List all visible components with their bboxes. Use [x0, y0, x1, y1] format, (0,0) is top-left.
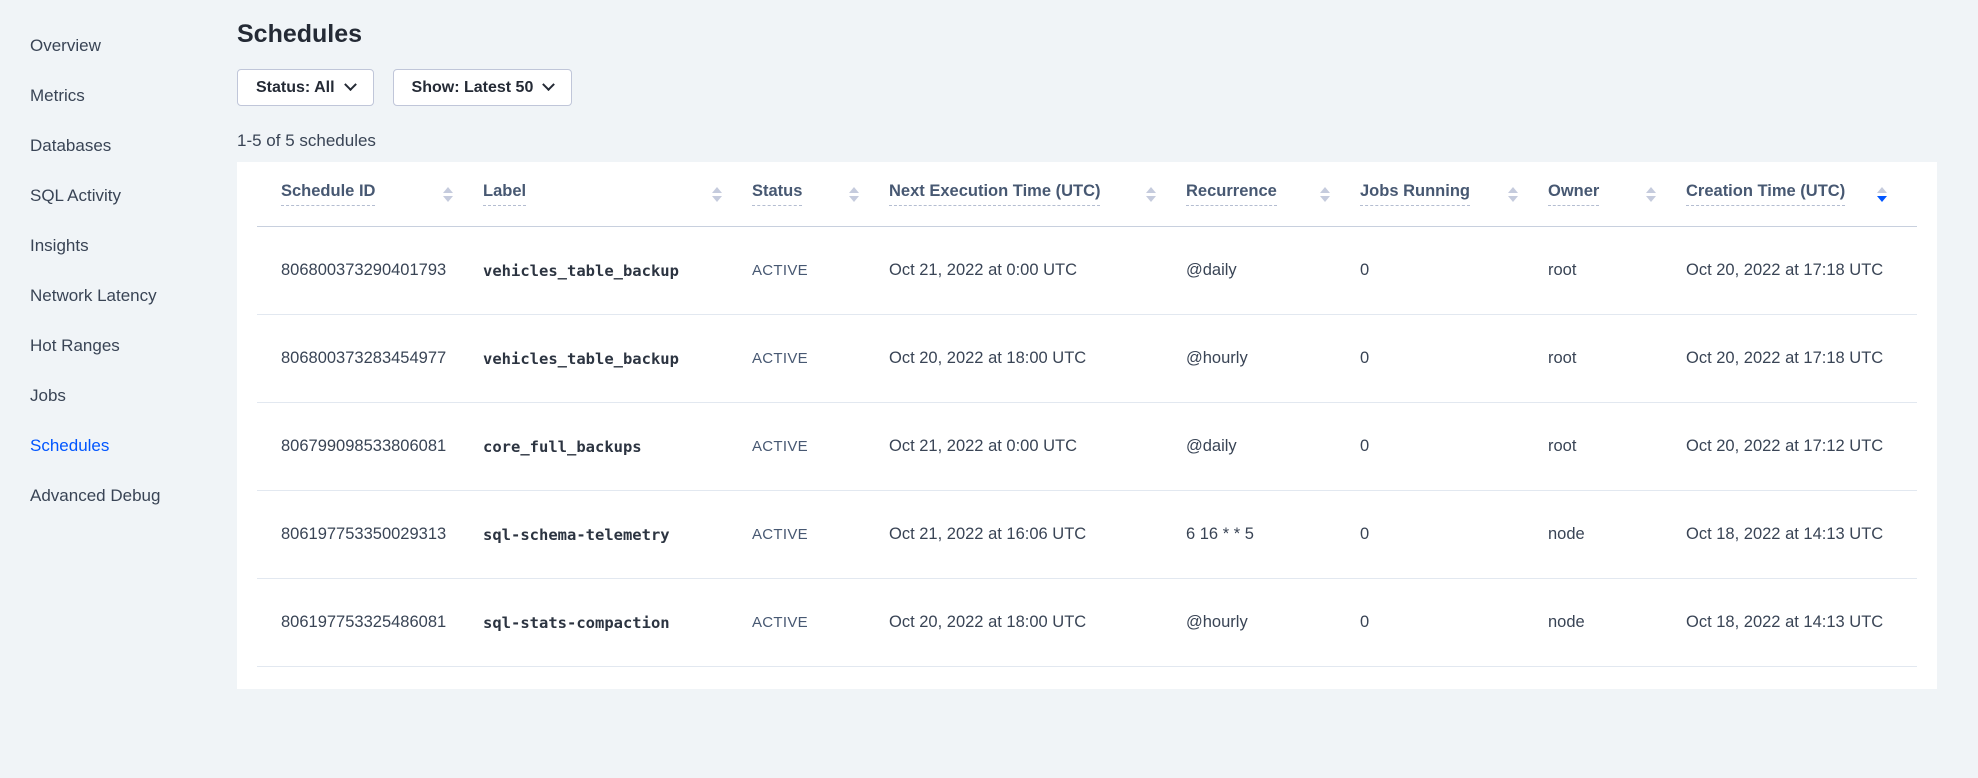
status-filter-label: Status: All	[256, 79, 335, 97]
cell-schedule-id: 806197753350029313	[257, 525, 483, 544]
cell-recurrence: @hourly	[1186, 613, 1360, 632]
cell-label: core_full_backups	[483, 438, 752, 456]
chevron-down-icon	[542, 78, 555, 91]
cell-status: ACTIVE	[752, 526, 889, 543]
table-row: 806197753350029313 sql-schema-telemetry …	[257, 491, 1917, 579]
column-header-jobs-running[interactable]: Jobs Running	[1360, 182, 1548, 206]
cell-next-execution-time: Oct 21, 2022 at 0:00 UTC	[889, 261, 1186, 280]
cell-next-execution-time: Oct 20, 2022 at 18:00 UTC	[889, 349, 1186, 368]
cell-status: ACTIVE	[752, 614, 889, 631]
cell-status: ACTIVE	[752, 438, 889, 455]
sort-icon[interactable]	[849, 187, 859, 202]
show-filter-label: Show: Latest 50	[412, 79, 534, 97]
column-header-label: Jobs Running	[1360, 182, 1470, 206]
sidebar-item-advanced-debug[interactable]: Advanced Debug	[0, 471, 237, 521]
cell-recurrence: @daily	[1186, 261, 1360, 280]
sort-icon[interactable]	[1146, 187, 1156, 202]
cell-owner: node	[1548, 613, 1686, 632]
cell-jobs-running: 0	[1360, 613, 1548, 632]
table-header-row: Schedule ID Label Status Next Execution …	[257, 162, 1917, 227]
column-header-label: Recurrence	[1186, 182, 1277, 206]
sidebar-item-network-latency[interactable]: Network Latency	[0, 271, 237, 321]
sort-icon[interactable]	[1320, 187, 1330, 202]
cell-creation-time: Oct 20, 2022 at 17:18 UTC	[1686, 349, 1917, 368]
filter-bar: Status: All Show: Latest 50	[237, 69, 1978, 106]
column-header-label: Status	[752, 182, 802, 206]
column-header-label: Owner	[1548, 182, 1599, 206]
column-header-label: Schedule ID	[281, 182, 375, 206]
sidebar-item-jobs[interactable]: Jobs	[0, 371, 237, 421]
column-header-label[interactable]: Label	[483, 182, 752, 206]
cell-recurrence: @daily	[1186, 437, 1360, 456]
chevron-down-icon	[344, 78, 357, 91]
sort-icon-descending-active[interactable]	[1877, 187, 1887, 202]
cell-schedule-id: 806800373283454977	[257, 349, 483, 368]
cell-creation-time: Oct 20, 2022 at 17:12 UTC	[1686, 437, 1917, 456]
sidebar-item-insights[interactable]: Insights	[0, 221, 237, 271]
cell-label: sql-stats-compaction	[483, 614, 752, 632]
cell-jobs-running: 0	[1360, 261, 1548, 280]
cell-creation-time: Oct 20, 2022 at 17:18 UTC	[1686, 261, 1917, 280]
cell-jobs-running: 0	[1360, 525, 1548, 544]
cell-schedule-id: 806799098533806081	[257, 437, 483, 456]
cell-owner: root	[1548, 437, 1686, 456]
column-header-label: Creation Time (UTC)	[1686, 182, 1845, 206]
cell-next-execution-time: Oct 20, 2022 at 18:00 UTC	[889, 613, 1186, 632]
column-header-label: Label	[483, 182, 526, 206]
column-header-recurrence[interactable]: Recurrence	[1186, 182, 1360, 206]
cell-status: ACTIVE	[752, 262, 889, 279]
sidebar-item-hot-ranges[interactable]: Hot Ranges	[0, 321, 237, 371]
cell-schedule-id: 806800373290401793	[257, 261, 483, 280]
sidebar-item-databases[interactable]: Databases	[0, 121, 237, 171]
column-header-schedule-id[interactable]: Schedule ID	[257, 182, 483, 206]
cell-next-execution-time: Oct 21, 2022 at 0:00 UTC	[889, 437, 1186, 456]
cell-jobs-running: 0	[1360, 349, 1548, 368]
sort-icon[interactable]	[1508, 187, 1518, 202]
sidebar-item-metrics[interactable]: Metrics	[0, 71, 237, 121]
column-header-creation-time[interactable]: Creation Time (UTC)	[1686, 182, 1917, 206]
sort-icon[interactable]	[712, 187, 722, 202]
results-count: 1-5 of 5 schedules	[237, 131, 1978, 151]
table-row: 806197753325486081 sql-stats-compaction …	[257, 579, 1917, 667]
sort-icon[interactable]	[1646, 187, 1656, 202]
cell-creation-time: Oct 18, 2022 at 14:13 UTC	[1686, 525, 1917, 544]
main-content: Schedules Status: All Show: Latest 50 1-…	[237, 0, 1978, 778]
page-title: Schedules	[237, 20, 1978, 48]
column-header-owner[interactable]: Owner	[1548, 182, 1686, 206]
table-row: 806800373290401793 vehicles_table_backup…	[257, 227, 1917, 315]
cell-label: vehicles_table_backup	[483, 350, 752, 368]
cell-recurrence: 6 16 * * 5	[1186, 525, 1360, 544]
column-header-status[interactable]: Status	[752, 182, 889, 206]
sidebar-item-sql-activity[interactable]: SQL Activity	[0, 171, 237, 221]
cell-next-execution-time: Oct 21, 2022 at 16:06 UTC	[889, 525, 1186, 544]
sidebar: Overview Metrics Databases SQL Activity …	[0, 0, 237, 778]
cell-label: sql-schema-telemetry	[483, 526, 752, 544]
cell-schedule-id: 806197753325486081	[257, 613, 483, 632]
cell-creation-time: Oct 18, 2022 at 14:13 UTC	[1686, 613, 1917, 632]
table-row: 806800373283454977 vehicles_table_backup…	[257, 315, 1917, 403]
show-filter-dropdown[interactable]: Show: Latest 50	[393, 69, 573, 106]
status-filter-dropdown[interactable]: Status: All	[237, 69, 374, 106]
table-row: 806799098533806081 core_full_backups ACT…	[257, 403, 1917, 491]
cell-owner: node	[1548, 525, 1686, 544]
sidebar-item-schedules[interactable]: Schedules	[0, 421, 237, 471]
cell-recurrence: @hourly	[1186, 349, 1360, 368]
cell-owner: root	[1548, 261, 1686, 280]
cell-jobs-running: 0	[1360, 437, 1548, 456]
schedules-table-card: Schedule ID Label Status Next Execution …	[237, 162, 1937, 689]
column-header-label: Next Execution Time (UTC)	[889, 182, 1100, 206]
column-header-next-execution-time[interactable]: Next Execution Time (UTC)	[889, 182, 1186, 206]
cell-label: vehicles_table_backup	[483, 262, 752, 280]
cell-status: ACTIVE	[752, 350, 889, 367]
cell-owner: root	[1548, 349, 1686, 368]
sidebar-item-overview[interactable]: Overview	[0, 21, 237, 71]
sort-icon[interactable]	[443, 187, 453, 202]
